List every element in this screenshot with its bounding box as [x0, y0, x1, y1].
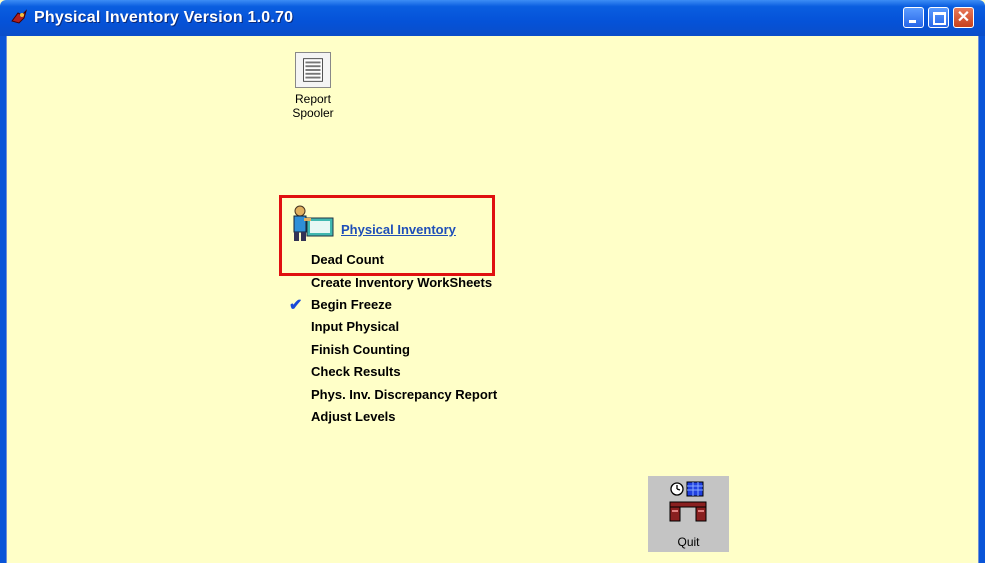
close-icon: ✕	[956, 9, 971, 26]
menu-item-label: Check Results	[311, 364, 401, 379]
inventory-worker-icon	[293, 205, 334, 241]
minimize-button[interactable]	[903, 7, 924, 28]
menu-item-label: Phys. Inv. Discrepancy Report	[311, 387, 498, 402]
checkmark-icon: ✔	[289, 297, 303, 314]
window-frame-right	[979, 36, 985, 563]
report-spooler-shortcut[interactable]: Report Spooler	[278, 52, 348, 120]
menu-item-label: Adjust Levels	[311, 409, 396, 424]
physical-inventory-link[interactable]: Physical Inventory	[341, 222, 456, 237]
menu-item-discrepancy-report[interactable]: Phys. Inv. Discrepancy Report	[311, 387, 497, 402]
menu-item-label: Input Physical	[311, 319, 400, 334]
menu-item-begin-freeze[interactable]: ✔ Begin Freeze	[289, 297, 392, 314]
menu-item-label: Dead Count	[311, 252, 384, 267]
close-button[interactable]: ✕	[953, 7, 974, 28]
maximize-button[interactable]	[928, 7, 949, 28]
report-spooler-label-line2: Spooler	[292, 106, 334, 120]
window-title: Physical Inventory Version 1.0.70	[34, 9, 294, 26]
menu-item-input-physical[interactable]: Input Physical	[311, 319, 399, 334]
menu-item-dead-count[interactable]: Dead Count	[311, 252, 384, 267]
menu-item-label: Begin Freeze	[311, 297, 392, 312]
menu-item-create-inventory-worksheets[interactable]: Create Inventory WorkSheets	[311, 275, 492, 290]
menu-item-label: Create Inventory WorkSheets	[311, 275, 493, 290]
menu-item-label: Finish Counting	[311, 342, 410, 357]
menu-item-adjust-levels[interactable]: Adjust Levels	[311, 409, 396, 424]
quit-label: Quit	[677, 535, 700, 549]
menu-item-check-results[interactable]: Check Results	[311, 364, 401, 379]
menu-item-finish-counting[interactable]: Finish Counting	[311, 342, 410, 357]
title-bar: Physical Inventory Version 1.0.70 ✕	[0, 0, 985, 36]
report-spooler-label-line1: Report	[294, 92, 332, 106]
report-spooler-icon	[295, 52, 331, 88]
app-icon	[11, 9, 28, 24]
quit-desk-icon	[669, 481, 707, 522]
quit-button[interactable]: Quit	[648, 476, 729, 552]
client-area	[6, 36, 979, 563]
